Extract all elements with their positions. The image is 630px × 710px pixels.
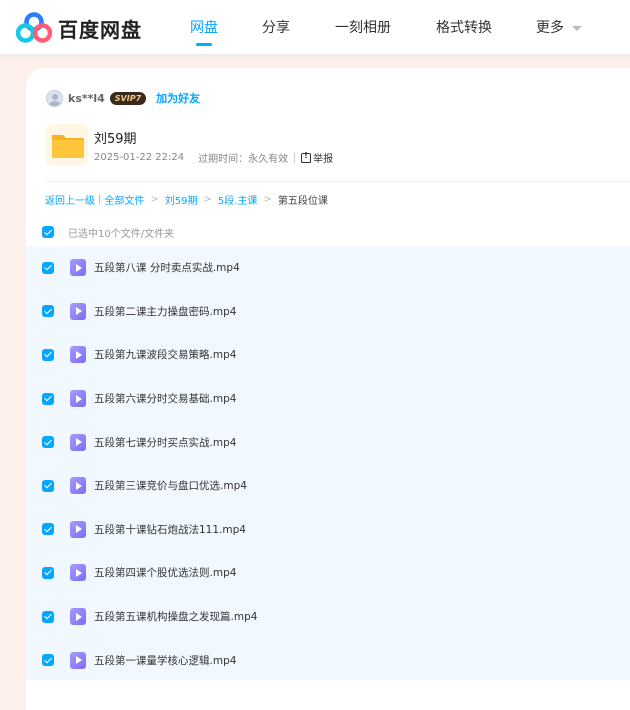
video-file-icon [70, 651, 86, 669]
file-checkbox[interactable] [42, 436, 54, 449]
video-file-icon [70, 520, 86, 538]
video-file-icon [70, 390, 86, 408]
file-checkbox[interactable] [42, 523, 54, 536]
select-all-row: 已选中10个文件/文件夹 [42, 224, 174, 240]
video-file-icon [70, 302, 86, 320]
file-name[interactable]: 五段第七课分时买点实战.mp4 [94, 435, 236, 450]
nav-tab-album[interactable]: 一刻相册 [335, 17, 391, 37]
brand[interactable]: 百度网盘 [16, 12, 142, 44]
baidu-netdisk-logo-icon [16, 12, 52, 43]
nav-tab-more[interactable]: 更多 [536, 17, 582, 37]
file-checkbox[interactable] [42, 654, 54, 667]
nav-tab-convert[interactable]: 格式转换 [436, 17, 492, 37]
file-checkbox[interactable] [42, 479, 54, 492]
file-row[interactable]: 五段第五课机构操盘之发现篇.mp4 [26, 595, 630, 639]
chevron-right-icon: > [203, 194, 212, 205]
breadcrumb-level1[interactable]: 刘59期 [165, 192, 198, 207]
file-row[interactable]: 五段第七课分时买点实战.mp4 [26, 420, 630, 464]
video-file-icon [70, 346, 86, 364]
file-row[interactable]: 五段第九课波段交易策略.mp4 [26, 333, 630, 377]
video-file-icon [70, 259, 86, 277]
user-avatar-icon[interactable] [46, 89, 63, 107]
folder-title: 刘59期 [94, 132, 137, 147]
expire-time: 过期时间：永久有效 [198, 154, 289, 165]
file-name[interactable]: 五段第四课个股优选法则.mp4 [94, 565, 236, 580]
breadcrumb-bar-divider: | [98, 194, 102, 205]
report-label: 举报 [313, 154, 334, 165]
header-divider [46, 181, 630, 182]
video-file-icon [70, 608, 86, 626]
breadcrumb-current: 第五段位课 [277, 196, 328, 207]
file-row[interactable]: 五段第十课钻石炮战法111.mp4 [26, 508, 630, 552]
file-checkbox[interactable] [42, 392, 54, 405]
file-name[interactable]: 五段第二课主力操盘密码.mp4 [94, 304, 236, 319]
chevron-down-icon [572, 25, 582, 31]
nav-tab-share[interactable]: 分享 [262, 17, 290, 37]
file-checkbox[interactable] [42, 610, 54, 623]
file-row[interactable]: 五段第八课 分时卖点实战.mp4 [26, 246, 630, 290]
file-row[interactable]: 五段第二课主力操盘密码.mp4 [26, 290, 630, 334]
nav-tab-netdisk[interactable]: 网盘 [190, 17, 218, 37]
file-name[interactable]: 五段第十课钻石炮战法111.mp4 [94, 522, 246, 537]
svip-badge: SVIP7 [109, 91, 147, 105]
nav-tab-more-label: 更多 [536, 20, 564, 36]
file-checkbox[interactable] [42, 261, 54, 274]
breadcrumb: 返回上一级 | 全部文件 > 刘59期 > 5段.主课 > 第五段位课 [45, 192, 328, 207]
selection-count: 已选中10个文件/文件夹 [68, 228, 175, 240]
video-file-icon [70, 477, 86, 495]
file-list: 五段第八课 分时卖点实战.mp4 五段第二课主力操盘密码.mp4 五段第九课波段… [26, 246, 630, 680]
add-friend-link[interactable]: 加为好友 [156, 90, 200, 106]
file-name[interactable]: 五段第五课机构操盘之发现篇.mp4 [94, 609, 257, 624]
folder-icon [46, 124, 88, 166]
folder-meta: 2025-01-22 22:24 过期时间：永久有效 举报 [94, 150, 333, 166]
file-checkbox[interactable] [42, 348, 54, 361]
file-row[interactable]: 五段第六课分时交易基础.mp4 [26, 377, 630, 421]
meta-divider [294, 152, 296, 163]
breadcrumb-level2[interactable]: 5段.主课 [218, 192, 258, 207]
file-row[interactable]: 五段第四课个股优选法则.mp4 [26, 551, 630, 595]
sharer-name[interactable]: ks**l4 [68, 92, 105, 105]
chevron-right-icon: > [150, 194, 159, 205]
select-all-checkbox[interactable] [42, 226, 54, 238]
video-file-icon [70, 433, 86, 451]
report-icon [301, 151, 312, 163]
breadcrumb-back[interactable]: 返回上一级 [45, 192, 95, 207]
file-row[interactable]: 五段第一课量学核心逻辑.mp4 [26, 638, 630, 682]
breadcrumb-all-files[interactable]: 全部文件 [104, 192, 144, 207]
top-nav-bar: 百度网盘 网盘 分享 一刻相册 格式转换 更多 [0, 0, 630, 55]
share-time: 2025-01-22 22:24 [94, 152, 185, 163]
file-name[interactable]: 五段第六课分时交易基础.mp4 [94, 391, 236, 406]
file-name[interactable]: 五段第三课竞价与盘口优选.mp4 [94, 478, 247, 493]
report-button[interactable]: 举报 [301, 150, 333, 165]
share-card: ks**l4 SVIP7 加为好友 刘59期 2025-01-22 22:24 … [26, 68, 630, 710]
file-name[interactable]: 五段第八课 分时卖点实战.mp4 [94, 260, 240, 275]
brand-name: 百度网盘 [58, 17, 142, 42]
file-checkbox[interactable] [42, 566, 54, 579]
sharer-info: ks**l4 SVIP7 加为好友 [46, 88, 200, 108]
chevron-right-icon: > [263, 194, 272, 205]
active-tab-indicator [196, 43, 212, 46]
video-file-icon [70, 564, 86, 582]
file-row[interactable]: 五段第三课竞价与盘口优选.mp4 [26, 464, 630, 508]
file-name[interactable]: 五段第九课波段交易策略.mp4 [94, 347, 236, 362]
file-checkbox[interactable] [42, 305, 54, 318]
file-name[interactable]: 五段第一课量学核心逻辑.mp4 [94, 653, 236, 668]
